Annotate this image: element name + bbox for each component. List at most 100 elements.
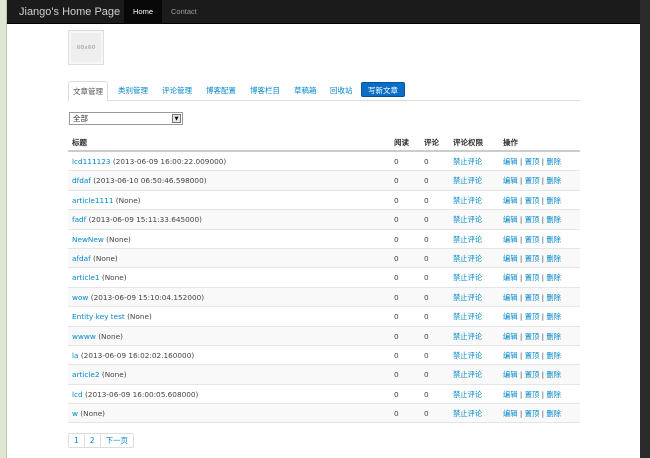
nav-home[interactable]: Home [124,0,163,24]
right-window-edge [640,0,650,458]
article-date: (2013-06-09 16:00:05.608000) [85,389,199,399]
delete-link[interactable]: 删除 [546,351,561,360]
tab-recycle-bin[interactable]: 回收站 [330,81,353,101]
disable-comments-link[interactable]: 禁止评论 [453,351,482,361]
disable-comments-link[interactable]: 禁止评论 [453,390,482,400]
disable-comments-link[interactable]: 禁止评论 [453,293,482,303]
row-actions: 编辑 | 置顶 | 删除 [503,370,561,380]
pin-link[interactable]: 置顶 [525,409,540,418]
edit-link[interactable]: 编辑 [503,215,518,224]
article-title-link[interactable]: article2 [72,370,100,379]
read-count: 0 [394,409,399,419]
disable-comments-link[interactable]: 禁止评论 [453,176,482,186]
disable-comments-link[interactable]: 禁止评论 [453,370,482,380]
delete-link[interactable]: 删除 [546,176,561,185]
article-title-link[interactable]: NewNew [72,235,104,244]
edit-link[interactable]: 编辑 [503,370,518,379]
article-title-cell: la (2013-06-09 16:02:02.160000) [72,351,194,360]
edit-link[interactable]: 编辑 [503,293,518,302]
edit-link[interactable]: 编辑 [503,196,518,205]
article-title-link[interactable]: article1 [72,273,100,282]
edit-link[interactable]: 编辑 [503,273,518,282]
article-title-link[interactable]: wow [72,293,88,302]
disable-comments-link[interactable]: 禁止评论 [453,235,482,245]
article-title-link[interactable]: afdaf [72,254,91,263]
article-title-cell: article2 (None) [72,370,127,379]
tab-drafts[interactable]: 草稿箱 [294,81,317,101]
pin-link[interactable]: 置顶 [525,390,540,399]
article-title-link[interactable]: dfdaf [72,176,91,185]
article-title-link[interactable]: Entity key test [72,312,125,321]
pin-link[interactable]: 置顶 [525,157,540,166]
delete-link[interactable]: 删除 [546,312,561,321]
delete-link[interactable]: 删除 [546,235,561,244]
pin-link[interactable]: 置顶 [525,215,540,224]
delete-link[interactable]: 删除 [546,370,561,379]
edit-link[interactable]: 编辑 [503,312,518,321]
article-date: (None) [127,312,152,322]
delete-link[interactable]: 删除 [546,293,561,302]
page-1-link[interactable]: 1 [69,434,85,447]
disable-comments-link[interactable]: 禁止评论 [453,273,482,283]
pin-link[interactable]: 置顶 [525,293,540,302]
pin-link[interactable]: 置顶 [525,273,540,282]
delete-link[interactable]: 删除 [546,254,561,263]
table-body: lcd111123 (2013-06-09 16:00:22.009000) 0 0… [68,152,580,424]
article-title-link[interactable]: w [72,409,78,418]
pin-link[interactable]: 置顶 [525,196,540,205]
edit-link[interactable]: 编辑 [503,390,518,399]
delete-link[interactable]: 删除 [546,273,561,282]
pin-link[interactable]: 置顶 [525,176,540,185]
disable-comments-link[interactable]: 禁止评论 [453,332,482,342]
article-title-link[interactable]: lcd111123 [72,157,111,166]
delete-link[interactable]: 删除 [546,332,561,341]
article-title-link[interactable]: fadf [72,215,86,224]
disable-comments-link[interactable]: 禁止评论 [453,254,482,264]
article-title-link[interactable]: la [72,351,79,360]
separator: | [517,215,525,225]
disable-comments-link[interactable]: 禁止评论 [453,409,482,419]
next-page-link[interactable]: 下一页 [101,434,134,447]
brand-link[interactable]: Jiango's Home Page [19,6,120,18]
pin-link[interactable]: 置顶 [525,332,540,341]
new-article-button[interactable]: 写新文章 [361,82,405,97]
category-select[interactable]: 全部 ▼ [69,112,183,125]
article-title-link[interactable]: article1111 [72,196,113,205]
article-date: (2013-06-09 16:02:02.160000) [80,350,195,360]
nav-contact[interactable]: Contact [162,0,206,24]
tab-categories[interactable]: 类别管理 [118,81,148,101]
tab-blog-columns[interactable]: 博客栏目 [250,81,280,101]
edit-link[interactable]: 编辑 [503,157,518,166]
article-title-link[interactable]: wwww [72,332,96,341]
edit-link[interactable]: 编辑 [503,235,518,244]
tab-blog-config[interactable]: 博客配置 [206,81,236,101]
tab-comments[interactable]: 评论管理 [162,81,192,101]
separator: | [517,195,525,205]
pin-link[interactable]: 置顶 [525,254,540,263]
delete-link[interactable]: 删除 [546,196,561,205]
delete-link[interactable]: 删除 [546,390,561,399]
chevron-down-icon[interactable]: ▼ [172,114,181,123]
delete-link[interactable]: 删除 [546,409,561,418]
edit-link[interactable]: 编辑 [503,409,518,418]
header-actions: 操作 [503,138,518,147]
pin-link[interactable]: 置顶 [525,235,540,244]
article-title-link[interactable]: lcd [72,390,83,399]
disable-comments-link[interactable]: 禁止评论 [453,157,482,167]
tab-articles[interactable]: 文章管理 [68,81,108,102]
article-date: (2013-06-09 15:11:33.645000) [88,215,202,225]
disable-comments-link[interactable]: 禁止评论 [453,215,482,225]
article-title-cell: Entity key test (None) [72,312,152,321]
edit-link[interactable]: 编辑 [503,351,518,360]
delete-link[interactable]: 删除 [546,215,561,224]
disable-comments-link[interactable]: 禁止评论 [453,312,482,322]
edit-link[interactable]: 编辑 [503,176,518,185]
page-2-link[interactable]: 2 [85,434,101,447]
pin-link[interactable]: 置顶 [525,312,540,321]
pin-link[interactable]: 置顶 [525,351,540,360]
edit-link[interactable]: 编辑 [503,332,518,341]
disable-comments-link[interactable]: 禁止评论 [453,196,482,206]
edit-link[interactable]: 编辑 [503,254,518,263]
delete-link[interactable]: 删除 [546,157,561,166]
pin-link[interactable]: 置顶 [525,370,540,379]
